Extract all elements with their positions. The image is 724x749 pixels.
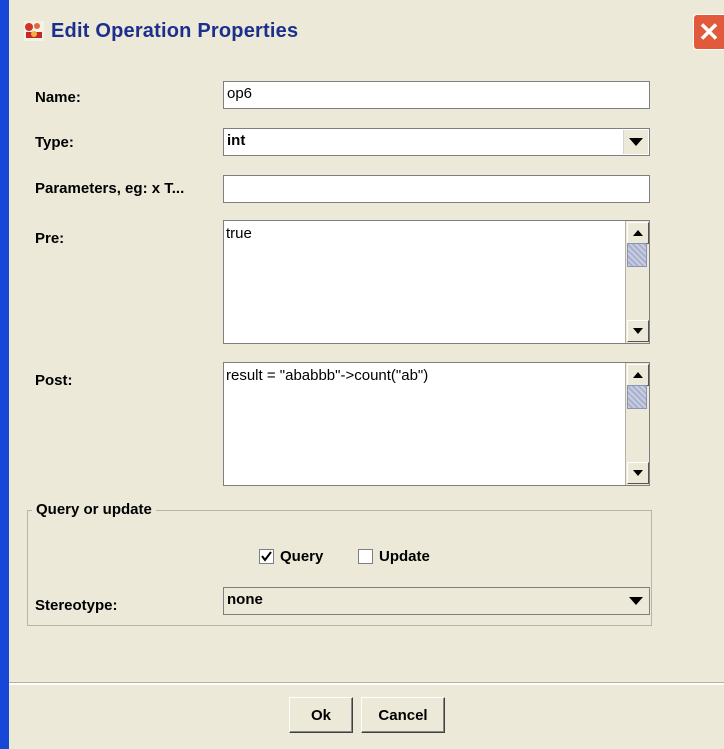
pre-textarea-value: true: [226, 225, 252, 242]
stereotype-select-value: none: [227, 591, 263, 608]
ok-button[interactable]: Ok: [289, 697, 353, 733]
post-textarea-value: result = "ababbb"->count("ab"): [226, 367, 429, 384]
type-select-value: int: [227, 132, 246, 149]
post-scroll-up-button[interactable]: [627, 364, 649, 386]
footer-separator: [9, 682, 724, 685]
stereotype-dropdown-button[interactable]: [624, 589, 648, 613]
arrow-down-icon: [633, 328, 643, 334]
cancel-button[interactable]: Cancel: [361, 697, 445, 733]
stereotype-label: Stereotype:: [35, 597, 118, 614]
post-textarea[interactable]: result = "ababbb"->count("ab"): [223, 362, 650, 486]
app-icon: [24, 21, 44, 41]
post-scrollbar[interactable]: [625, 363, 649, 485]
type-dropdown-button[interactable]: [623, 130, 648, 154]
checkmark-icon: [261, 551, 272, 562]
pre-scroll-up-button[interactable]: [627, 222, 649, 244]
pre-scrollbar[interactable]: [625, 221, 649, 343]
parameters-input[interactable]: [223, 175, 650, 203]
update-checkbox[interactable]: [358, 549, 373, 564]
update-checkbox-label[interactable]: Update: [379, 548, 430, 565]
arrow-down-icon: [633, 470, 643, 476]
query-update-group-title: Query or update: [32, 501, 156, 518]
name-input[interactable]: op6: [223, 81, 650, 109]
post-label: Post:: [35, 372, 73, 389]
post-scroll-thumb[interactable]: [627, 385, 647, 409]
type-label: Type:: [35, 134, 74, 151]
pre-label: Pre:: [35, 230, 65, 247]
post-scroll-down-button[interactable]: [627, 462, 649, 484]
stereotype-select[interactable]: none: [223, 587, 650, 615]
title-bar[interactable]: Edit Operation Properties ✕: [9, 0, 724, 58]
arrow-up-icon: [633, 372, 643, 378]
pre-scroll-down-button[interactable]: [627, 320, 649, 342]
query-checkbox[interactable]: [259, 549, 274, 564]
window-left-border: [0, 0, 9, 749]
close-icon: ✕: [698, 17, 720, 47]
pre-scroll-thumb[interactable]: [627, 243, 647, 267]
dialog-title: Edit Operation Properties: [51, 20, 299, 42]
name-input-value: op6: [227, 85, 253, 102]
type-select[interactable]: int: [223, 128, 650, 156]
name-label: Name:: [35, 89, 81, 106]
dialog-window: Edit Operation Properties ✕ Name: op6 Ty…: [0, 0, 724, 749]
chevron-down-icon: [629, 138, 643, 146]
query-checkbox-label[interactable]: Query: [280, 548, 323, 565]
parameters-label: Parameters, eg: x T...: [35, 180, 185, 197]
arrow-up-icon: [633, 230, 643, 236]
pre-textarea[interactable]: true: [223, 220, 650, 344]
chevron-down-icon: [629, 597, 643, 605]
close-button[interactable]: ✕: [693, 14, 724, 50]
